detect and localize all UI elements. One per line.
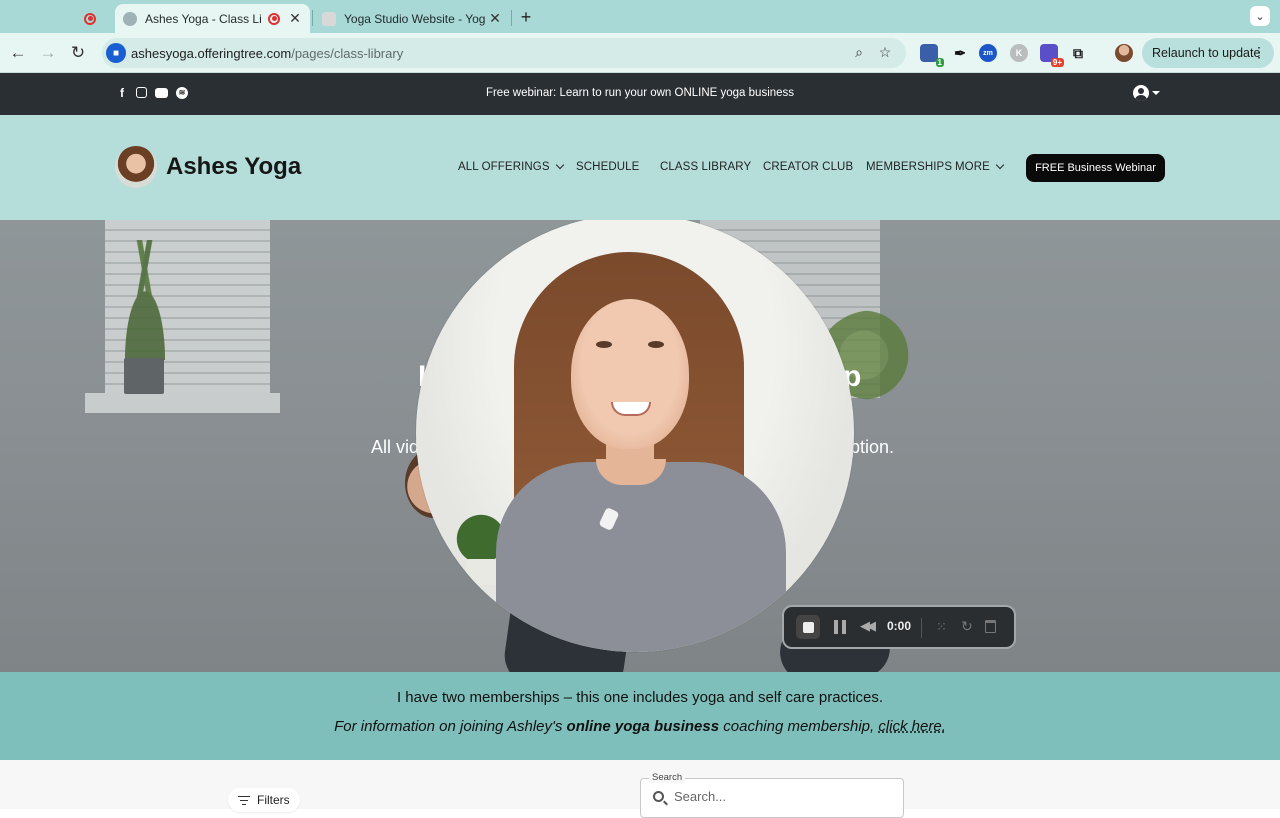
camera-recording-icon[interactable]: ■ [106, 43, 126, 63]
recording-icon [268, 12, 280, 25]
page-favicon-icon [322, 11, 336, 26]
chevron-down-icon [555, 160, 564, 170]
tab-divider [312, 10, 313, 26]
new-tab-button[interactable]: + [516, 7, 536, 28]
close-tab-icon[interactable]: ✕ [486, 10, 504, 27]
tab-yoga-studio-website[interactable]: Yoga Studio Website - Yoga P ✕ [318, 4, 510, 33]
pause-icon[interactable] [834, 620, 846, 634]
tab-title: Ashes Yoga - Class Library [145, 11, 262, 26]
pen-extension-icon[interactable]: ✒ [951, 44, 969, 62]
more-menu-icon[interactable]: ⋮ [1252, 44, 1266, 61]
plant-pot [124, 358, 164, 394]
nav-label: CLASS LIBRARY [660, 161, 752, 173]
rewind-icon[interactable]: ◀◀ [860, 618, 876, 634]
recorder-controls: ◀◀ 0:00 ⁙ ↻ [782, 605, 1016, 649]
site-header: Ashes Yoga ALL OFFERINGS SCHEDULE CLASS … [0, 115, 1280, 220]
search-input[interactable] [674, 789, 884, 804]
nav-memberships[interactable]: MEMBERSHIPS [866, 161, 952, 173]
nav-label: CREATOR CLUB [763, 161, 854, 173]
hero-banner: I p All vid cription. ◀◀ 0:00 ⁙ ↻ [0, 220, 1280, 672]
hero-subtitle-left: All vid [371, 437, 420, 457]
zoom-icon[interactable]: ⌕ [850, 44, 868, 61]
plant-pot [466, 559, 496, 585]
recording-time: 0:00 [887, 619, 912, 633]
membership-info-text: I have two memberships – this one includ… [396, 689, 884, 706]
coaching-info-text: For information on joining Ashley's onli… [0, 718, 1280, 735]
reload-icon[interactable]: ↻ [67, 42, 89, 64]
url-path: /pages/class-library [291, 46, 404, 61]
extension-1-icon[interactable]: 1 [920, 44, 944, 67]
forward-arrow-icon[interactable]: → [37, 42, 59, 64]
extension-badge-icon[interactable]: 9+ [1040, 44, 1064, 67]
search-field[interactable]: Search [640, 772, 904, 818]
filters-button[interactable]: Filters [228, 788, 300, 812]
nav-label: MEMBERSHIPS [866, 161, 953, 173]
info-bold-text: online yoga business [566, 718, 720, 735]
stop-recording-button[interactable] [796, 615, 820, 639]
announcement-bar: f ≋ Free webinar: Learn to run your own … [0, 73, 1280, 115]
plant-image [110, 240, 180, 360]
recording-icon [84, 12, 96, 25]
extension-badge: 1 [935, 58, 944, 67]
url-host: ashesyoga.offeringtree.com [131, 46, 292, 61]
relaunch-to-update-button[interactable]: Relaunch to update ⋮ [1142, 38, 1274, 68]
face-shape [571, 299, 689, 449]
caret-down-icon [1152, 91, 1160, 95]
restart-icon[interactable]: ↻ [961, 618, 973, 635]
filter-icon [238, 795, 250, 806]
nav-more[interactable]: MORE [955, 160, 1005, 173]
extension-badge: 9+ [1050, 58, 1064, 67]
tab-ashes-yoga[interactable]: Ashes Yoga - Class Library ✕ [115, 4, 310, 33]
site-favicon-icon [123, 11, 137, 26]
relaunch-label: Relaunch to update [1152, 46, 1261, 60]
filters-label: Filters [257, 793, 290, 807]
bookmark-star-icon[interactable]: ☆ [876, 44, 894, 61]
browser-tab-strip: Ashes Yoga - Class Library ✕ Yoga Studio… [0, 0, 1280, 33]
webcam-overlay[interactable] [416, 220, 854, 652]
info-text: coaching membership, [719, 718, 879, 735]
recorder-divider [921, 618, 922, 638]
profile-avatar[interactable] [1115, 44, 1133, 62]
nav-schedule[interactable]: SCHEDULE [576, 161, 639, 173]
account-menu[interactable] [1133, 85, 1160, 101]
nav-class-library[interactable]: CLASS LIBRARY [660, 161, 751, 173]
announcement-link[interactable]: Free webinar: Learn to run your own ONLI… [0, 87, 1280, 99]
nav-creator-club[interactable]: CREATOR CLUB [763, 161, 853, 173]
click-here-link[interactable]: click here. [878, 718, 946, 735]
extensions-puzzle-icon[interactable]: ⧉ [1069, 44, 1087, 62]
info-text: For information on joining Ashley's [334, 718, 567, 735]
membership-info-band: I have two memberships – this one includ… [0, 672, 1280, 760]
search-legend: Search [649, 772, 686, 783]
grid-dots-icon[interactable]: ⁙ [936, 619, 947, 635]
chevron-down-icon [995, 160, 1005, 170]
nav-label: MORE [955, 161, 990, 173]
tab-title: Yoga Studio Website - Yoga P [344, 11, 486, 26]
shirt-shape [496, 462, 786, 652]
brand-name[interactable]: Ashes Yoga [166, 153, 301, 181]
trash-icon[interactable] [985, 620, 996, 633]
nav-all-offerings[interactable]: ALL OFFERINGS [458, 160, 564, 173]
recording-tab-indicator[interactable] [84, 4, 106, 33]
close-tab-icon[interactable]: ✕ [286, 10, 304, 27]
eye-shape [596, 341, 612, 348]
user-account-icon [1133, 85, 1149, 101]
class-library-controls: Filters Search [0, 760, 1280, 818]
eye-shape [648, 341, 664, 348]
tab-search-chevron-icon[interactable]: ⌄ [1250, 6, 1270, 26]
k-extension-icon[interactable]: K [1010, 44, 1028, 62]
tab-divider [511, 10, 512, 26]
browser-toolbar: ← → ↻ ■ ashesyoga.offeringtree.com/pages… [0, 33, 1280, 73]
url-text[interactable]: ashesyoga.offeringtree.com/pages/class-l… [131, 46, 403, 61]
nav-label: ALL OFFERINGS [458, 161, 550, 173]
back-arrow-icon[interactable]: ← [7, 42, 29, 64]
zoom-extension-icon[interactable]: zm [979, 44, 997, 62]
address-bar[interactable]: ■ ashesyoga.offeringtree.com/pages/class… [102, 38, 906, 68]
brand-avatar[interactable] [115, 146, 157, 188]
free-business-webinar-button[interactable]: FREE Business Webinar [1026, 154, 1165, 182]
search-icon [653, 791, 664, 802]
nav-label: SCHEDULE [576, 161, 640, 173]
